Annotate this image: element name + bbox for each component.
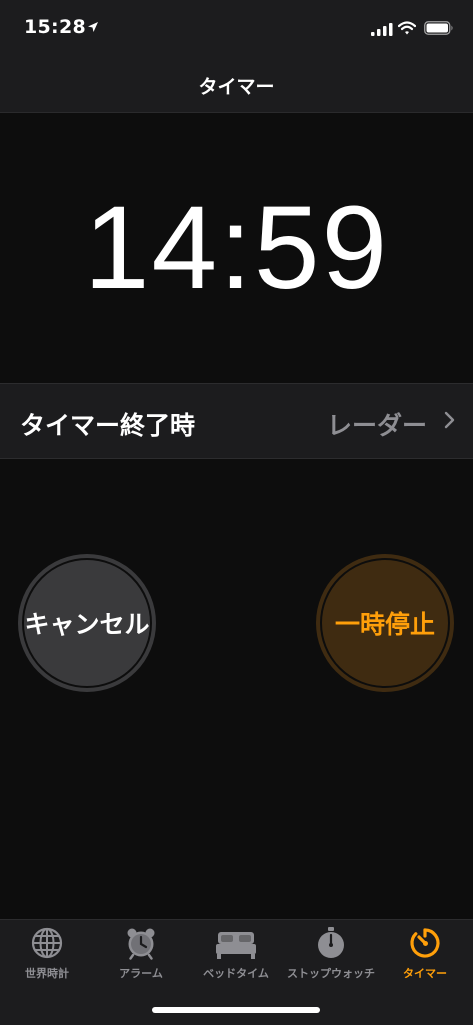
tab-label: 世界時計 — [25, 967, 69, 980]
alarm-clock-icon — [127, 928, 155, 960]
timer-screen: 15:28 タイマー 14:59 タイマー終了時 レーダー キャンセル 一時停止… — [0, 0, 473, 1025]
cancel-button-label: キャンセル — [24, 610, 150, 639]
tab-alarm[interactable]: アラーム — [94, 926, 188, 981]
wifi-icon — [398, 21, 416, 35]
cellular-signal-icon — [371, 23, 393, 36]
timer-end-sound-value: レーダー — [326, 411, 427, 440]
bed-icon — [216, 932, 256, 959]
timer-countdown: 14:59 — [83, 182, 390, 314]
pause-button[interactable]: 一時停止 — [316, 554, 454, 692]
navigation-bar: タイマー — [0, 58, 473, 113]
home-indicator[interactable] — [152, 1007, 320, 1013]
tab-stopwatch[interactable]: ストップウォッチ — [284, 926, 378, 981]
timer-end-sound-row[interactable]: タイマー終了時 レーダー — [0, 383, 473, 459]
status-bar: 15:28 — [0, 0, 473, 58]
stopwatch-icon — [318, 927, 344, 958]
tab-label: ストップウォッチ — [287, 967, 375, 980]
cancel-button[interactable]: キャンセル — [18, 554, 156, 692]
status-time: 15:28 — [24, 16, 86, 38]
tab-timer[interactable]: タイマー — [378, 926, 472, 981]
chevron-right-icon — [444, 411, 455, 429]
battery-icon — [424, 21, 453, 35]
tab-label: タイマー — [403, 967, 447, 980]
timer-end-label: タイマー終了時 — [20, 411, 196, 440]
tab-world-clock[interactable]: 世界時計 — [0, 926, 94, 981]
globe-icon — [31, 927, 63, 959]
tab-label: アラーム — [119, 967, 163, 980]
page-title: タイマー — [198, 76, 275, 98]
location-arrow-icon — [88, 22, 98, 32]
timer-icon — [410, 928, 440, 958]
pause-button-label: 一時停止 — [334, 610, 435, 639]
tab-bedtime[interactable]: ベッドタイム — [189, 926, 283, 981]
tab-label: ベッドタイム — [203, 967, 269, 980]
